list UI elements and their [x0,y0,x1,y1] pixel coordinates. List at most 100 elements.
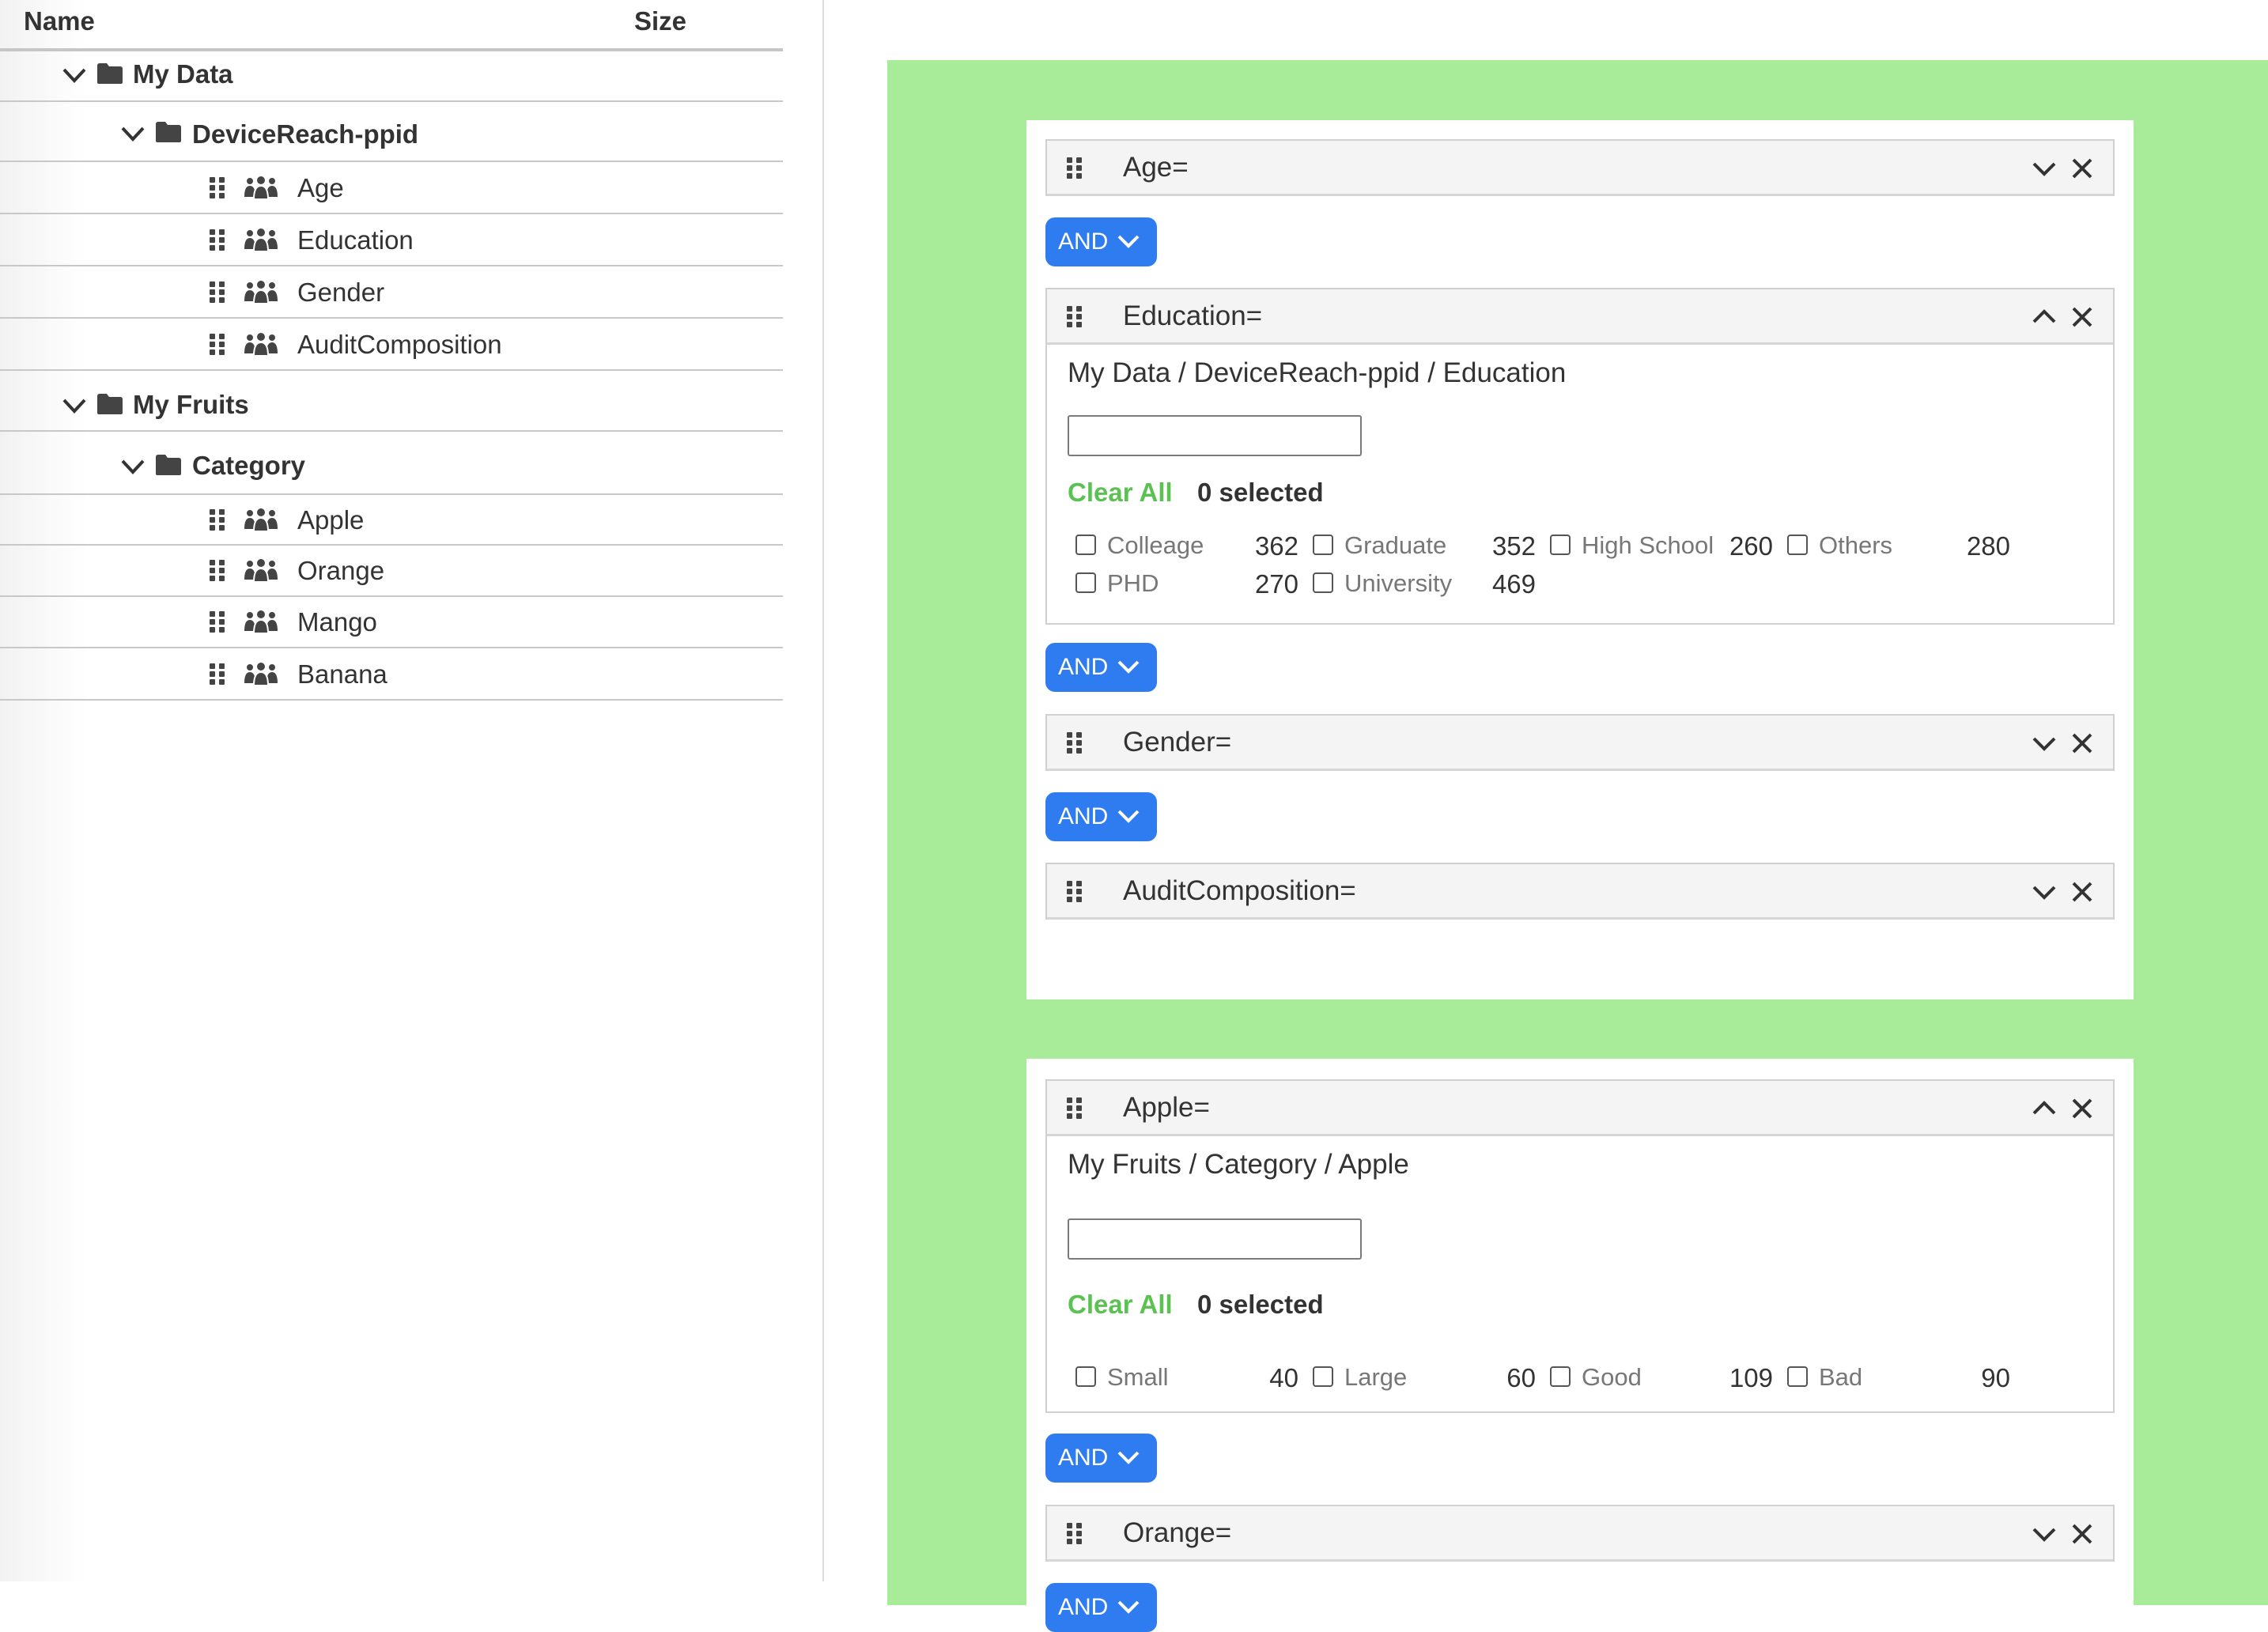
column-header-name[interactable]: Name [24,6,95,36]
chevron-down-icon[interactable] [2031,878,2058,905]
close-icon[interactable] [2070,730,2094,757]
option-phd: PHD 270 [1075,569,1305,601]
chevron-down-icon[interactable] [62,398,87,415]
filter-header: Age= [1047,141,2113,196]
chevron-down-icon[interactable] [120,459,146,476]
filter-search-input[interactable] [1068,415,1362,456]
close-icon[interactable] [2070,878,2094,905]
tree-folder-my-data[interactable]: My Data [0,51,783,102]
option-count: 90 [1981,1363,2010,1392]
close-icon[interactable] [2070,1095,2094,1122]
filter-search-input[interactable] [1068,1218,1362,1260]
chevron-down-icon [1117,1451,1140,1464]
close-icon[interactable] [2070,155,2094,182]
drag-handle-icon[interactable] [209,610,226,634]
option-label[interactable]: Good [1582,1363,1642,1392]
option-label[interactable]: PHD [1107,569,1159,598]
tree-folder-my-fruits[interactable]: My Fruits [0,371,783,432]
tree-item-education[interactable]: Education [0,214,783,266]
option-checkbox[interactable] [1550,535,1571,555]
option-label[interactable]: Others [1819,531,1892,560]
and-operator-button[interactable]: AND [1045,217,1157,266]
column-header-size[interactable]: Size [634,6,686,36]
option-checkbox[interactable] [1075,535,1096,555]
chevron-up-icon[interactable] [2031,304,2058,331]
drag-handle-icon[interactable] [1066,1522,1083,1546]
chevron-down-icon [1117,660,1140,674]
tree-item-gender[interactable]: Gender [0,266,783,319]
folder-icon [156,455,181,475]
option-checkbox[interactable] [1787,535,1808,555]
option-count: 469 [1491,569,1536,599]
filter-header: AuditComposition= [1047,864,2113,920]
audience-icon [244,176,278,200]
and-operator-button[interactable]: AND [1045,792,1157,841]
and-operator-button[interactable]: AND [1045,643,1157,692]
drag-handle-icon[interactable] [1066,157,1083,180]
tree-item-label: Apple [297,505,365,535]
tree-item-banana[interactable]: Banana [0,648,783,701]
tree-item-apple[interactable]: Apple [0,495,783,546]
option-label[interactable]: Bad [1819,1363,1862,1392]
tree-item-mango[interactable]: Mango [0,597,783,648]
option-label[interactable]: Large [1344,1363,1407,1392]
tree-folder-category[interactable]: Category [0,432,783,495]
tree-item-age[interactable]: Age [0,162,783,214]
tree-header: Name Size [0,0,783,51]
option-checkbox[interactable] [1075,572,1096,593]
drag-handle-icon[interactable] [209,559,226,583]
filter-path: My Data / DeviceReach-ppid / Education [1068,357,1567,388]
drag-handle-icon[interactable] [209,229,226,252]
query-builder-area: Age= AND Education= My Data / DeviceReac… [887,60,2268,1632]
drag-handle-icon[interactable] [1066,1097,1083,1120]
chevron-down-icon[interactable] [120,126,146,143]
option-label[interactable]: Graduate [1344,531,1446,560]
tree-item-label: Age [297,173,344,202]
drag-handle-icon[interactable] [1066,880,1083,904]
option-label[interactable]: Colleage [1107,531,1204,560]
tree-folder-devicereach-ppid[interactable]: DeviceReach-ppid [0,102,783,162]
option-checkbox[interactable] [1787,1366,1808,1387]
and-operator-button[interactable]: AND [1045,1583,1157,1632]
filter-auditcomposition: AuditComposition= [1045,863,2115,920]
audience-icon [244,610,278,634]
close-icon[interactable] [2070,1521,2094,1547]
filter-title: Education= [1123,300,1263,331]
filter-body: My Data / DeviceReach-ppid / Education C… [1047,345,2113,623]
option-large: Large 60 [1313,1363,1542,1395]
option-checkbox[interactable] [1075,1366,1096,1387]
chevron-down-icon[interactable] [2031,730,2058,757]
chevron-down-icon[interactable] [62,67,87,85]
chevron-down-icon [1117,235,1140,248]
and-label: AND [1058,803,1109,829]
option-count: 352 [1491,531,1536,561]
drag-handle-icon[interactable] [209,508,226,532]
option-checkbox[interactable] [1313,572,1333,593]
option-checkbox[interactable] [1313,1366,1333,1387]
filter-path: My Fruits / Category / Apple [1068,1149,1409,1180]
close-icon[interactable] [2070,304,2094,331]
option-checkbox[interactable] [1550,1366,1571,1387]
drag-handle-icon[interactable] [209,333,226,357]
and-label: AND [1058,1594,1109,1620]
clear-all-link[interactable]: Clear All [1068,1290,1173,1320]
option-checkbox[interactable] [1313,535,1333,555]
drag-handle-icon[interactable] [1066,731,1083,755]
chevron-down-icon[interactable] [2031,155,2058,182]
tree-item-orange[interactable]: Orange [0,546,783,597]
tree-item-auditcomposition[interactable]: AuditComposition [0,319,783,371]
option-label[interactable]: Small [1107,1363,1169,1392]
chevron-up-icon[interactable] [2031,1095,2058,1122]
drag-handle-icon[interactable] [209,281,226,304]
folder-icon [97,394,123,414]
and-operator-button[interactable]: AND [1045,1434,1157,1483]
drag-handle-icon[interactable] [209,176,226,200]
filter-title: AuditComposition= [1123,875,1356,906]
folder-icon [97,63,123,84]
option-label[interactable]: University [1344,569,1452,598]
drag-handle-icon[interactable] [1066,305,1083,329]
drag-handle-icon[interactable] [209,663,226,686]
filter-age: Age= [1045,139,2115,196]
clear-all-link[interactable]: Clear All [1068,478,1173,508]
chevron-down-icon[interactable] [2031,1521,2058,1547]
